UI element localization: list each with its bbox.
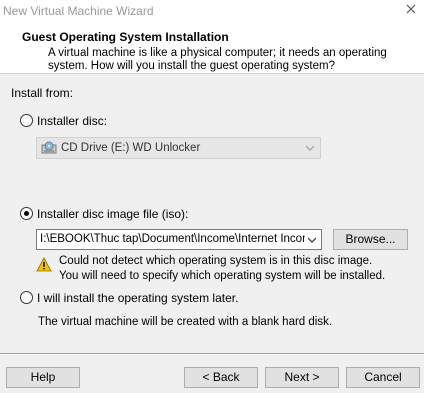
cd-drive-icon [41, 141, 57, 154]
back-button[interactable]: < Back [184, 367, 258, 388]
wizard-header: Guest Operating System Installation A vi… [0, 22, 424, 74]
next-button[interactable]: Next > [265, 367, 339, 388]
installer-disc-radio[interactable] [20, 114, 33, 127]
installer-iso-label[interactable]: Installer disc image file (iso): [37, 207, 188, 221]
close-icon[interactable] [404, 2, 418, 16]
page-title: Guest Operating System Installation [22, 30, 229, 44]
installer-iso-radio[interactable] [20, 207, 33, 220]
warning-line-1: Could not detect which operating system … [59, 255, 373, 267]
disc-drive-select: CD Drive (E:) WD Unlocker [36, 137, 321, 159]
install-from-label: Install from: [11, 86, 74, 100]
cancel-button[interactable]: Cancel [346, 367, 420, 388]
window-title: New Virtual Machine Wizard [3, 4, 154, 18]
help-button[interactable]: Help [6, 367, 80, 388]
iso-path-combobox[interactable]: I:\EBOOK\Thuc tap\Document\Income\Intern… [36, 229, 322, 250]
disc-drive-value: CD Drive (E:) WD Unlocker [61, 142, 201, 154]
installer-disc-label[interactable]: Installer disc: [37, 114, 107, 128]
chevron-down-icon [306, 145, 314, 151]
warning-message: Could not detect which operating system … [59, 254, 385, 284]
warning-line-2: You will need to specify which operating… [59, 270, 386, 282]
install-later-label[interactable]: I will install the operating system late… [37, 291, 238, 305]
chevron-down-icon[interactable] [308, 237, 316, 243]
iso-path-value[interactable]: I:\EBOOK\Thuc tap\Document\Income\Intern… [40, 233, 305, 245]
install-later-description: The virtual machine will be created with… [38, 316, 333, 328]
page-description: A virtual machine is like a physical com… [48, 47, 387, 72]
footer-divider [0, 353, 424, 355]
install-later-radio[interactable] [20, 291, 33, 304]
browse-button[interactable]: Browse... [333, 229, 408, 250]
warning-icon [36, 257, 52, 272]
title-bar: New Virtual Machine Wizard [0, 0, 424, 22]
